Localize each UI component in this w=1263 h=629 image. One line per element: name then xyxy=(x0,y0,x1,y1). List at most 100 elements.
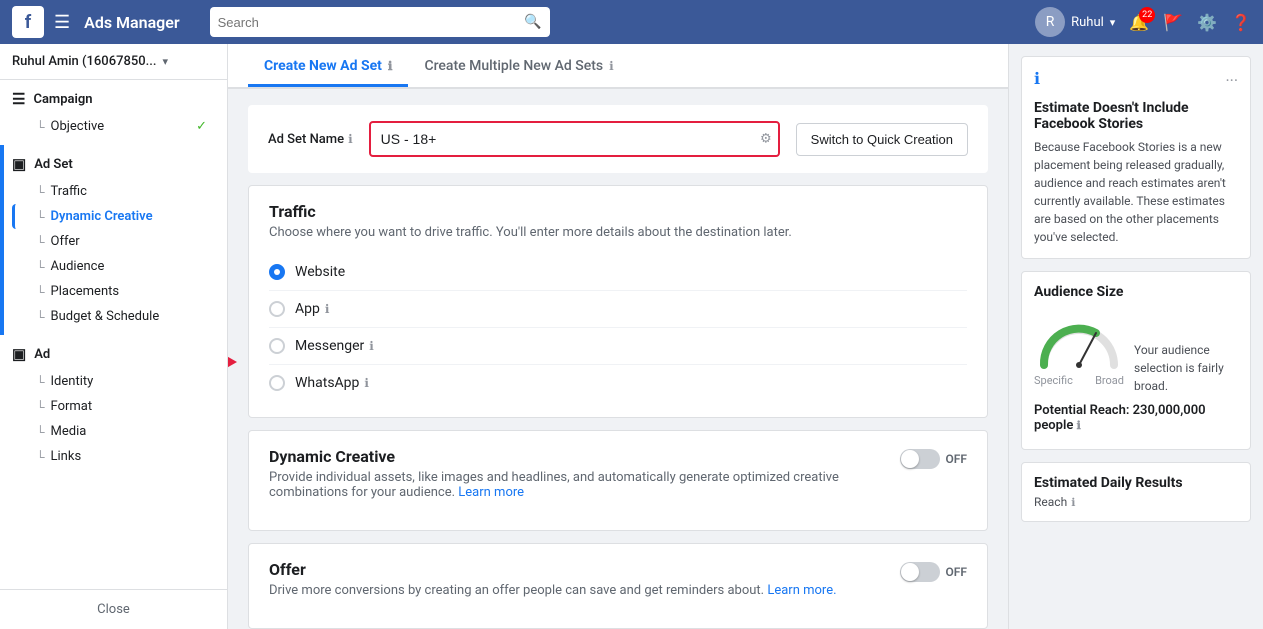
tab-multiple-info-icon: ℹ xyxy=(609,59,614,73)
offer-title: Offer xyxy=(269,560,884,579)
right-panel: ℹ ··· Estimate Doesn't Include Facebook … xyxy=(1008,44,1263,629)
radio-app[interactable]: App ℹ xyxy=(269,291,967,328)
estimate-more-icon[interactable]: ··· xyxy=(1225,71,1238,90)
main-panel: Create New Ad Set ℹ Create Multiple New … xyxy=(228,44,1008,629)
radio-messenger-circle xyxy=(269,338,285,354)
switch-to-quick-creation-button[interactable]: Switch to Quick Creation xyxy=(796,123,968,156)
radio-whatsapp-circle xyxy=(269,375,285,391)
gauge-text: Your audience selection is fairly broad. xyxy=(1134,341,1238,395)
sidebar-section-campaign: ☰ Campaign └ Objective ✓ xyxy=(0,80,227,145)
offer-toggle-track[interactable] xyxy=(900,562,940,582)
campaign-header: ☰ Campaign xyxy=(12,90,215,108)
dynamic-creative-info: Dynamic Creative Provide individual asse… xyxy=(269,447,884,514)
search-bar[interactable]: 🔍 xyxy=(210,7,550,37)
account-selector[interactable]: Ruhul Amin (16067850... ▾ xyxy=(0,44,227,80)
sidebar-item-dynamic-creative[interactable]: └ Dynamic Creative xyxy=(12,204,215,229)
estimated-daily-reach: Reach ℹ xyxy=(1034,495,1238,509)
search-input[interactable] xyxy=(218,15,525,30)
dynamic-creative-row: Dynamic Creative Provide individual asse… xyxy=(269,447,967,514)
campaign-label: Campaign xyxy=(33,92,92,107)
radio-website-label: Website xyxy=(295,264,345,280)
offer-learn-more[interactable]: Learn more. xyxy=(767,583,836,598)
avatar: R xyxy=(1035,7,1065,37)
sidebar-item-links[interactable]: └ Links xyxy=(12,444,215,469)
messenger-info-icon: ℹ xyxy=(369,339,374,353)
dynamic-creative-card: Dynamic Creative Provide individual asse… xyxy=(248,430,988,531)
hamburger-icon[interactable]: ☰ xyxy=(54,12,70,33)
ad-header: ▣ Ad xyxy=(12,345,215,363)
red-arrow-icon xyxy=(228,346,237,378)
campaign-icon: ☰ xyxy=(12,90,25,108)
sidebar-item-identity[interactable]: └ Identity xyxy=(12,369,215,394)
estimate-card-header: ℹ ··· xyxy=(1034,69,1238,92)
potential-reach: Potential Reach: 230,000,000 people ℹ xyxy=(1034,403,1238,433)
gauge-container: Specific Broad Your audience selection i… xyxy=(1034,310,1238,395)
traffic-title: Traffic xyxy=(269,202,967,221)
sidebar-item-placements[interactable]: └ Placements xyxy=(12,279,215,304)
settings-icon[interactable]: ⚙️ xyxy=(1197,13,1217,32)
notif-badge: 22 xyxy=(1139,7,1155,23)
ads-manager-title: Ads Manager xyxy=(84,13,179,32)
reach-info-icon: ℹ xyxy=(1071,496,1075,509)
gauge-labels: Specific Broad xyxy=(1034,374,1124,387)
dynamic-creative-toggle[interactable]: OFF xyxy=(900,449,967,469)
adset-icon: ▣ xyxy=(12,155,26,173)
ad-set-name-input[interactable] xyxy=(369,121,780,157)
dynamic-creative-toggle-track[interactable] xyxy=(900,449,940,469)
radio-messenger[interactable]: Messenger ℹ xyxy=(269,328,967,365)
whatsapp-info-icon: ℹ xyxy=(364,376,369,390)
offer-toggle[interactable]: OFF xyxy=(900,562,967,582)
radio-whatsapp[interactable]: WhatsApp ℹ xyxy=(269,365,967,401)
specific-label: Specific xyxy=(1034,374,1073,387)
adset-header: ▣ Ad Set xyxy=(12,155,215,173)
top-navigation: f ☰ Ads Manager 🔍 R Ruhul ▾ 🔔 22 🚩 ⚙️ ❓ xyxy=(0,0,1263,44)
ad-label: Ad xyxy=(34,347,50,362)
dynamic-creative-toggle-thumb xyxy=(901,450,919,468)
sidebar-item-media[interactable]: └ Media xyxy=(12,419,215,444)
adset-label: Ad Set xyxy=(34,157,73,172)
sidebar-item-audience[interactable]: └ Audience xyxy=(12,254,215,279)
search-icon: 🔍 xyxy=(524,14,541,30)
broad-label: Broad xyxy=(1095,374,1124,387)
estimate-text: Because Facebook Stories is a new placem… xyxy=(1034,138,1238,246)
tab-create-multiple[interactable]: Create Multiple New Ad Sets ℹ xyxy=(408,44,629,87)
dynamic-creative-toggle-label: OFF xyxy=(946,452,967,466)
offer-row: Offer Drive more conversions by creating… xyxy=(269,560,967,612)
sidebar-item-budget-schedule[interactable]: └ Budget & Schedule xyxy=(12,304,215,329)
account-name: Ruhul Amin (16067850... xyxy=(12,54,156,69)
ad-set-name-row: Ad Set Name ℹ ⚙ Switch to Quick Creation xyxy=(248,105,988,173)
main-layout: Ruhul Amin (16067850... ▾ ☰ Campaign └ O… xyxy=(0,44,1263,629)
offer-card: Offer Drive more conversions by creating… xyxy=(248,543,988,629)
dynamic-creative-title: Dynamic Creative xyxy=(269,447,884,466)
radio-messenger-label: Messenger ℹ xyxy=(295,338,374,354)
estimate-card: ℹ ··· Estimate Doesn't Include Facebook … xyxy=(1021,56,1251,259)
dynamic-creative-learn-more[interactable]: Learn more xyxy=(458,485,524,500)
radio-app-circle xyxy=(269,301,285,317)
sidebar-item-objective[interactable]: └ Objective ✓ xyxy=(12,114,215,139)
tab-create-new-ad-set[interactable]: Create New Ad Set ℹ xyxy=(248,44,408,87)
notifications-button[interactable]: 🔔 22 xyxy=(1129,13,1149,32)
radio-website-circle xyxy=(269,264,285,280)
offer-toggle-thumb xyxy=(901,563,919,581)
username-chevron[interactable]: ▾ xyxy=(1110,16,1116,29)
dynamic-creative-subtitle: Provide individual assets, like images a… xyxy=(269,470,884,500)
objective-label: Objective xyxy=(51,119,105,134)
tabs-row: Create New Ad Set ℹ Create Multiple New … xyxy=(228,44,1008,88)
estimated-daily-card: Estimated Daily Results Reach ℹ xyxy=(1021,462,1251,522)
gauge-chart: Specific Broad xyxy=(1034,310,1124,395)
potential-reach-info-icon: ℹ xyxy=(1077,419,1081,432)
traffic-card: Traffic Choose where you want to drive t… xyxy=(248,185,988,418)
radio-website[interactable]: Website xyxy=(269,254,967,291)
tabs-bar: Create New Ad Set ℹ Create Multiple New … xyxy=(228,44,1008,89)
gear-icon[interactable]: ⚙ xyxy=(760,132,772,147)
help-icon[interactable]: ❓ xyxy=(1231,13,1251,32)
sidebar-item-format[interactable]: └ Format xyxy=(12,394,215,419)
ad-set-name-label: Ad Set Name ℹ xyxy=(268,132,353,147)
sidebar: Ruhul Amin (16067850... ▾ ☰ Campaign └ O… xyxy=(0,44,228,629)
sidebar-item-offer[interactable]: └ Offer xyxy=(12,229,215,254)
flag-icon[interactable]: 🚩 xyxy=(1163,13,1183,32)
sidebar-section-adset: ▣ Ad Set └ Traffic └ Dynamic Creative └ … xyxy=(0,145,227,335)
close-button[interactable]: Close xyxy=(0,589,227,629)
sidebar-item-traffic[interactable]: └ Traffic xyxy=(12,179,215,204)
estimated-daily-label: Estimated Daily Results xyxy=(1034,475,1238,491)
